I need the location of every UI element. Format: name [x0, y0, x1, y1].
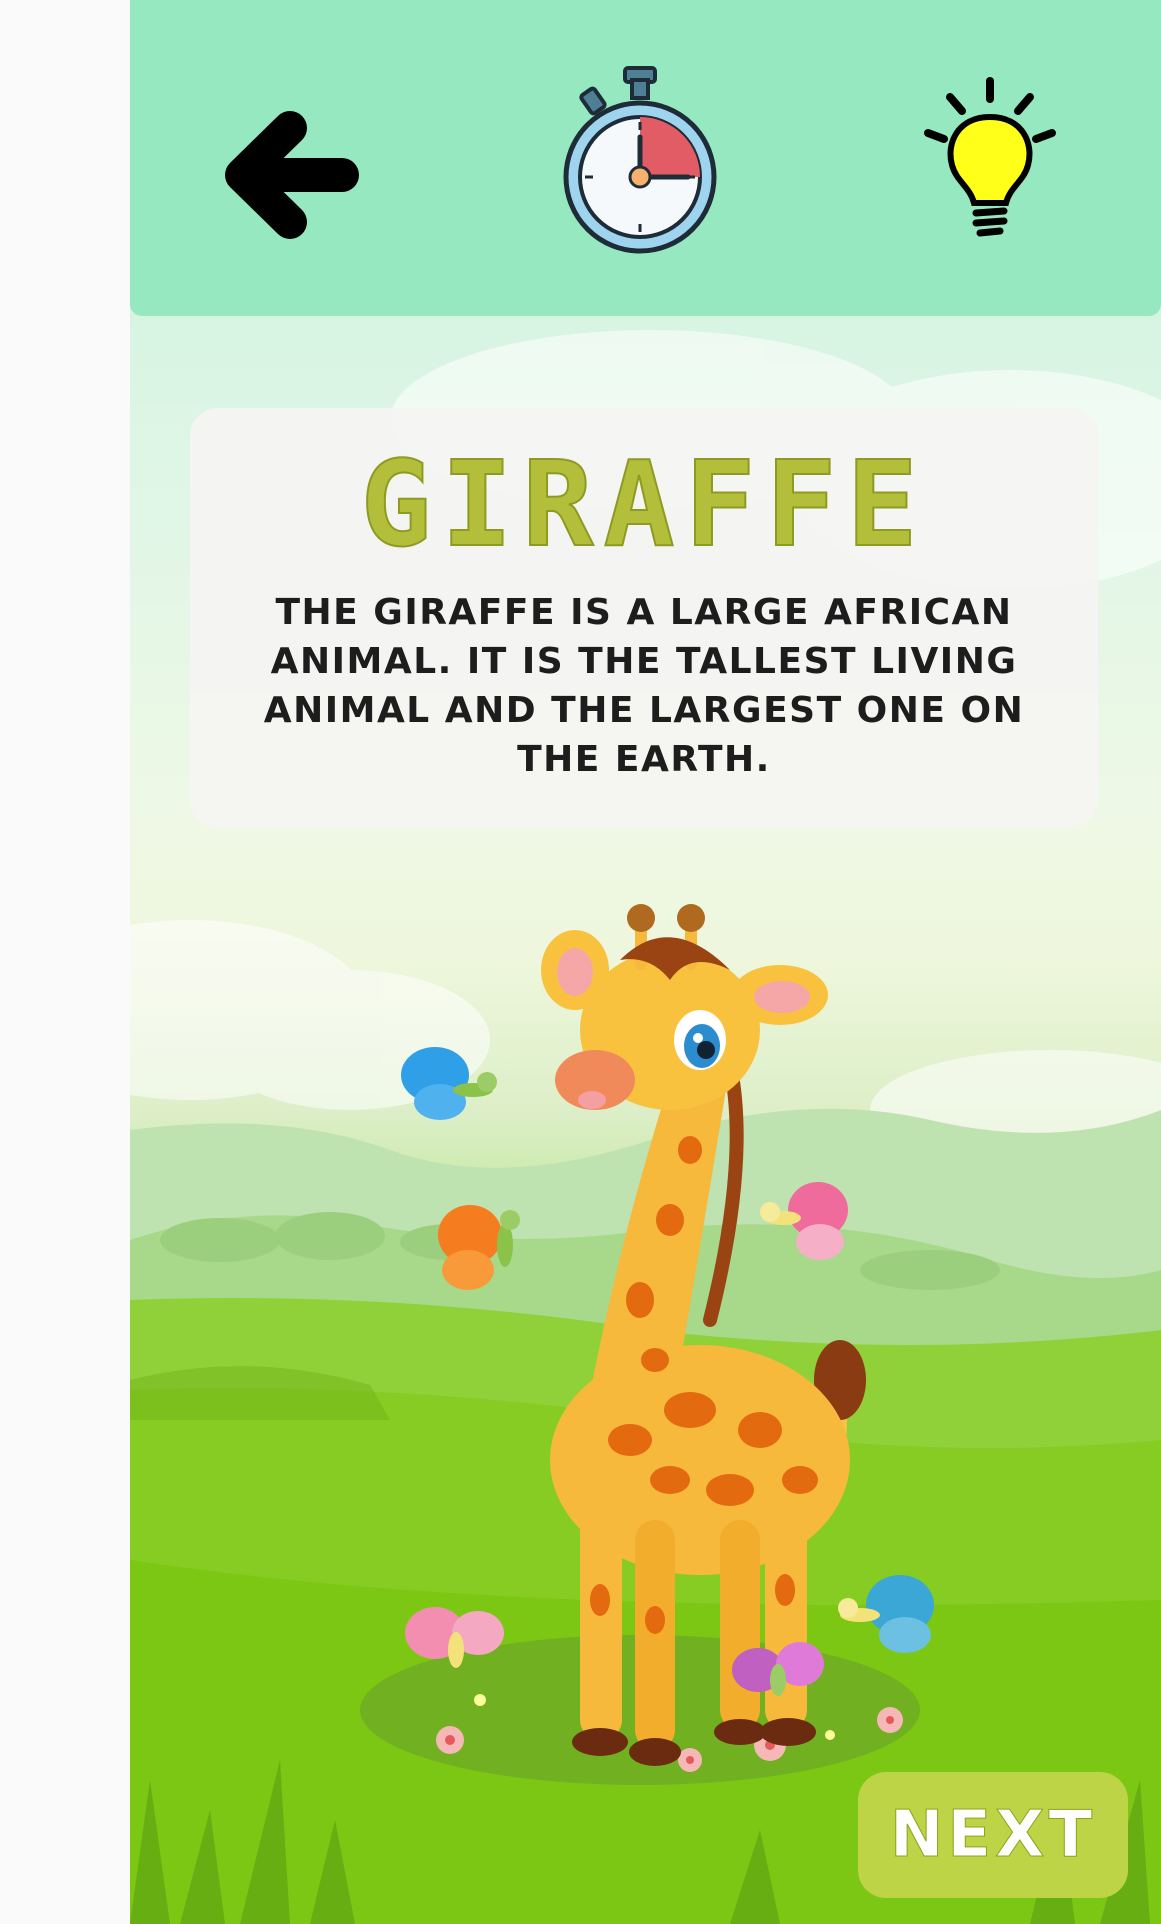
next-button[interactable]: NEXT	[858, 1772, 1128, 1898]
info-card: GIRAFFE THE GIRAFFE IS A LARGE AFRICAN A…	[190, 408, 1098, 828]
butterfly-pink	[760, 1182, 848, 1260]
animal-description: THE GIRAFFE IS A LARGE AFRICAN ANIMAL. I…	[263, 592, 1025, 780]
quiz-screen: GIRAFFE THE GIRAFFE IS A LARGE AFRICAN A…	[130, 0, 1161, 1924]
back-button[interactable]	[220, 110, 360, 240]
stopwatch-icon	[563, 66, 717, 254]
butterfly-blue	[401, 1047, 497, 1120]
animal-title: GIRAFFE	[359, 435, 928, 573]
butterfly-pink-small	[405, 1607, 504, 1668]
butterfly-orange	[438, 1205, 520, 1290]
arrow-left-icon	[225, 111, 359, 239]
top-bar	[130, 0, 1161, 316]
lightbulb-icon	[924, 77, 1056, 237]
hint-button[interactable]	[920, 75, 1060, 245]
butterfly-teal	[838, 1575, 934, 1653]
timer	[560, 62, 720, 257]
butterfly-purple	[732, 1642, 824, 1696]
